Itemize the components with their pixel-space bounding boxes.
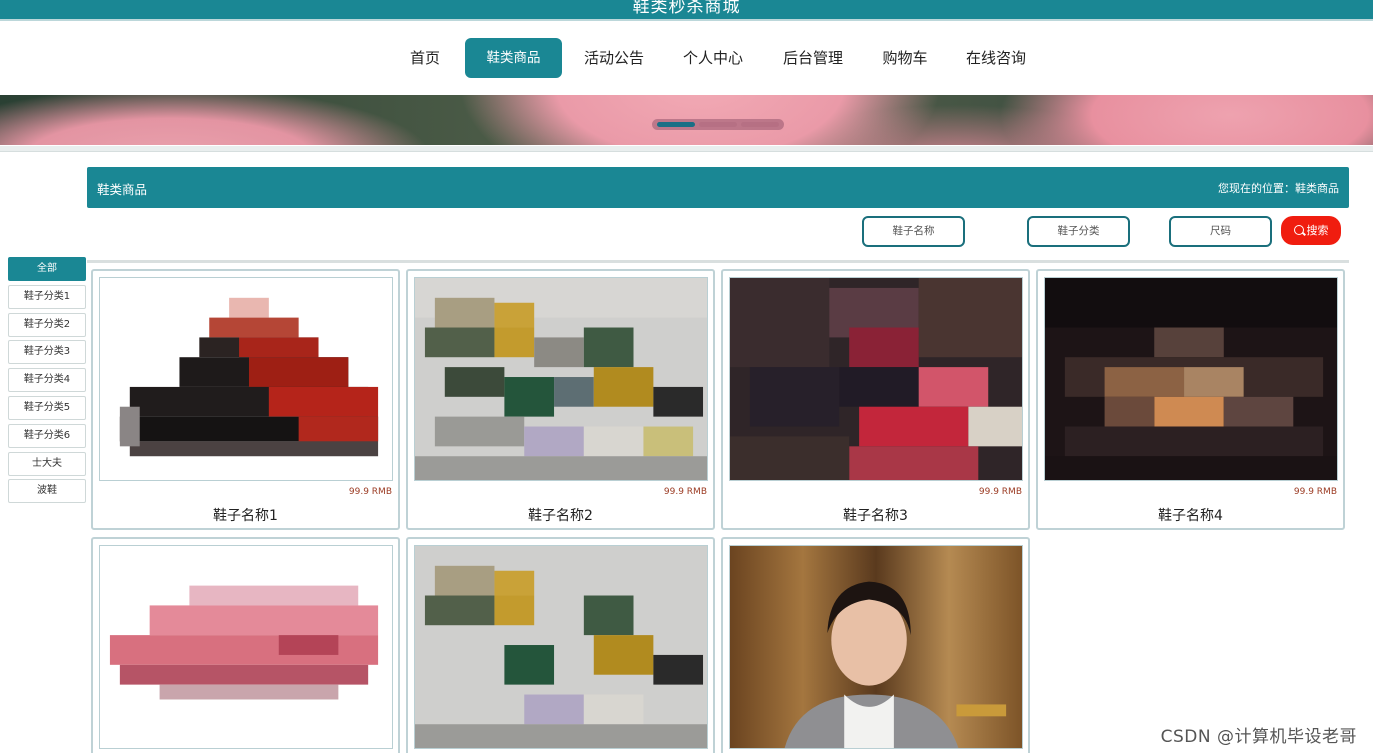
category-item[interactable]: 鞋子分类6: [8, 423, 86, 448]
product-price: 99.9 RMB: [348, 487, 392, 497]
category-all[interactable]: 全部: [8, 257, 86, 281]
product-image[interactable]: [414, 545, 708, 749]
product-card[interactable]: 99.9 RMB 鞋子名称1: [91, 269, 400, 530]
nav-admin[interactable]: 后台管理: [776, 38, 850, 78]
category-item[interactable]: 鞋子分类3: [8, 340, 86, 365]
category-item[interactable]: 士大夫: [8, 451, 86, 476]
product-card[interactable]: [406, 537, 715, 753]
category-item[interactable]: 鞋子分类1: [8, 284, 86, 309]
site-header: 鞋类秒杀商城: [0, 0, 1373, 21]
product-image[interactable]: [99, 545, 393, 749]
category-item[interactable]: 鞋子分类4: [8, 368, 86, 393]
product-card[interactable]: 99.9 RMB 鞋子名称3: [721, 269, 1030, 530]
product-price: 99.9 RMB: [663, 487, 707, 497]
product-card[interactable]: [91, 537, 400, 753]
product-price: 99.9 RMB: [978, 487, 1022, 497]
product-name[interactable]: 鞋子名称3: [723, 505, 1028, 525]
main-nav: 首页 鞋类商品 活动公告 个人中心 后台管理 购物车 在线咨询: [0, 23, 1373, 94]
nav-personal-center[interactable]: 个人中心: [676, 38, 750, 78]
size-input[interactable]: 尺码: [1169, 216, 1272, 247]
product-image[interactable]: [1044, 277, 1338, 481]
search-button[interactable]: 搜索: [1281, 216, 1341, 245]
product-card[interactable]: 99.9 RMB 鞋子名称2: [406, 269, 715, 530]
section-title: 鞋类商品: [97, 182, 148, 197]
product-name[interactable]: 鞋子名称1: [93, 505, 398, 525]
carousel-dot[interactable]: [699, 122, 737, 127]
shoe-name-input[interactable]: 鞋子名称: [862, 216, 965, 247]
carousel-indicators: [652, 119, 784, 130]
category-item[interactable]: 鞋子分类2: [8, 312, 86, 337]
site-title: 鞋类秒杀商城: [632, 0, 741, 17]
watermark: CSDN @计算机毕设老哥: [1160, 727, 1357, 747]
breadcrumb: 您现在的位置：鞋类商品: [1218, 182, 1339, 195]
product-image[interactable]: [729, 545, 1023, 749]
divider: [0, 146, 1373, 152]
section-header: 鞋类商品 您现在的位置：鞋类商品: [87, 167, 1349, 208]
nav-cart[interactable]: 购物车: [874, 38, 936, 78]
carousel-dot[interactable]: [741, 122, 779, 127]
divider: [87, 260, 1349, 263]
nav-home[interactable]: 首页: [401, 38, 449, 78]
carousel-dot-active[interactable]: [657, 122, 695, 127]
product-name[interactable]: 鞋子名称2: [408, 505, 713, 525]
product-price: 99.9 RMB: [1293, 487, 1337, 497]
category-list: 全部 鞋子分类1 鞋子分类2 鞋子分类3 鞋子分类4 鞋子分类5 鞋子分类6 士…: [8, 257, 88, 507]
product-image[interactable]: [99, 277, 393, 481]
product-name[interactable]: 鞋子名称4: [1038, 505, 1343, 525]
product-image[interactable]: [414, 277, 708, 481]
nav-shoes[interactable]: 鞋类商品: [465, 38, 562, 78]
nav-activity[interactable]: 活动公告: [578, 38, 650, 78]
product-image[interactable]: [729, 277, 1023, 481]
search-button-label: 搜索: [1306, 224, 1329, 237]
banner-carousel[interactable]: [0, 95, 1373, 145]
shoe-category-input[interactable]: 鞋子分类: [1027, 216, 1130, 247]
nav-online-chat[interactable]: 在线咨询: [960, 38, 1032, 78]
category-item[interactable]: 波鞋: [8, 479, 86, 504]
product-card[interactable]: [721, 537, 1030, 753]
search-icon: [1293, 225, 1304, 235]
category-item[interactable]: 鞋子分类5: [8, 395, 86, 420]
product-card[interactable]: 99.9 RMB 鞋子名称4: [1036, 269, 1345, 530]
